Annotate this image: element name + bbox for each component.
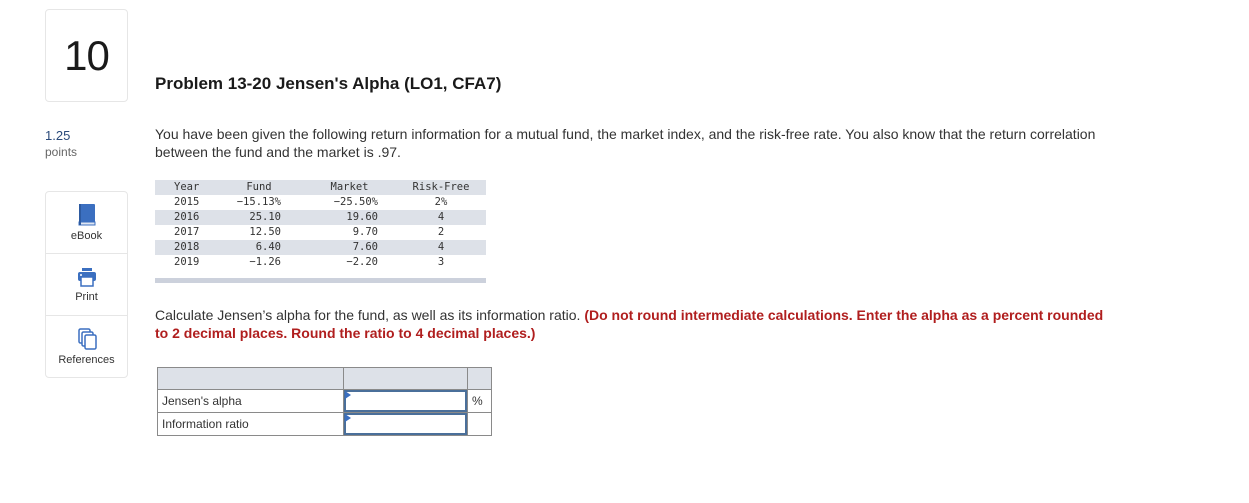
book-icon xyxy=(77,203,97,227)
cell-risk-free: 3 xyxy=(437,256,445,268)
instructions-text: Calculate Jensen’s alpha for the fund, a… xyxy=(155,307,585,323)
tools-panel: eBook Print References xyxy=(45,191,128,378)
cell-risk-free: 2 xyxy=(437,226,445,238)
header-cell-unit xyxy=(467,367,492,390)
printer-icon xyxy=(76,266,98,288)
cell-market: 9.70 xyxy=(352,226,378,238)
problem-intro: You have been given the following return… xyxy=(155,126,1096,160)
print-button[interactable]: Print xyxy=(46,254,127,316)
returns-table-header: Year Fund Market Risk-Free xyxy=(155,180,486,195)
header-cell-input xyxy=(343,367,468,390)
ebook-label: eBook xyxy=(70,230,103,242)
information-ratio-input[interactable] xyxy=(344,413,467,435)
header-cell-label xyxy=(157,367,344,390)
cell-year: 2019 xyxy=(174,256,200,268)
cell-market: 19.60 xyxy=(346,211,378,223)
references-label: References xyxy=(58,354,115,366)
cell-fund: 12.50 xyxy=(249,226,281,238)
returns-table: Year Fund Market Risk-Free 2015 −15.13% … xyxy=(155,180,486,270)
header-market: Market xyxy=(330,181,369,193)
answer-unit xyxy=(467,412,492,436)
cell-risk-free: 4 xyxy=(437,211,445,223)
cell-year: 2018 xyxy=(174,241,200,253)
table-footer-bar xyxy=(155,278,486,283)
cell-risk-free: 4 xyxy=(437,241,445,253)
points-value: 1.25 xyxy=(45,128,71,143)
answer-table-header xyxy=(157,367,492,390)
documents-icon xyxy=(76,327,98,351)
answer-label: Jensen's alpha xyxy=(157,389,344,413)
question-page: 10 1.25 points eBook Print References Pr… xyxy=(0,0,1249,503)
cell-risk-free: 2% xyxy=(434,196,448,208)
answer-row-jensens-alpha: Jensen's alpha % xyxy=(157,389,492,413)
table-row: 2019 −1.26 −2.20 3 xyxy=(155,255,486,270)
header-fund: Fund xyxy=(246,181,272,193)
points-label: points xyxy=(45,145,78,159)
cell-market: 7.60 xyxy=(352,241,378,253)
table-row: 2018 6.40 7.60 4 xyxy=(155,240,486,255)
cell-year: 2017 xyxy=(174,226,200,238)
header-year: Year xyxy=(174,181,200,193)
cell-market: −25.50% xyxy=(333,196,378,208)
points-info: 1.25 points xyxy=(45,128,77,160)
cell-market: −2.20 xyxy=(346,256,378,268)
answer-cell xyxy=(343,389,468,413)
print-label: Print xyxy=(75,291,98,303)
cell-fund: −15.13% xyxy=(236,196,281,208)
problem-title: Problem 13-20 Jensen's Alpha (LO1, CFA7) xyxy=(155,74,502,93)
answer-row-information-ratio: Information ratio xyxy=(157,412,492,436)
table-row: 2015 −15.13% −25.50% 2% xyxy=(155,195,486,210)
header-risk-free: Risk-Free xyxy=(412,181,470,193)
answer-label: Information ratio xyxy=(157,412,344,436)
jensens-alpha-input[interactable] xyxy=(344,390,467,412)
question-number: 10 xyxy=(45,9,128,102)
cell-fund: −1.26 xyxy=(249,256,281,268)
table-row: 2016 25.10 19.60 4 xyxy=(155,210,486,225)
references-button[interactable]: References xyxy=(46,316,127,377)
instructions: Calculate Jensen’s alpha for the fund, a… xyxy=(155,306,1115,342)
cell-year: 2016 xyxy=(174,211,200,223)
cell-fund: 25.10 xyxy=(249,211,281,223)
table-row: 2017 12.50 9.70 2 xyxy=(155,225,486,240)
answer-cell xyxy=(343,412,468,436)
ebook-button[interactable]: eBook xyxy=(46,192,127,254)
answer-table: Jensen's alpha % Information ratio xyxy=(157,367,492,436)
cell-fund: 6.40 xyxy=(255,241,281,253)
answer-unit: % xyxy=(467,389,492,413)
cell-year: 2015 xyxy=(174,196,200,208)
